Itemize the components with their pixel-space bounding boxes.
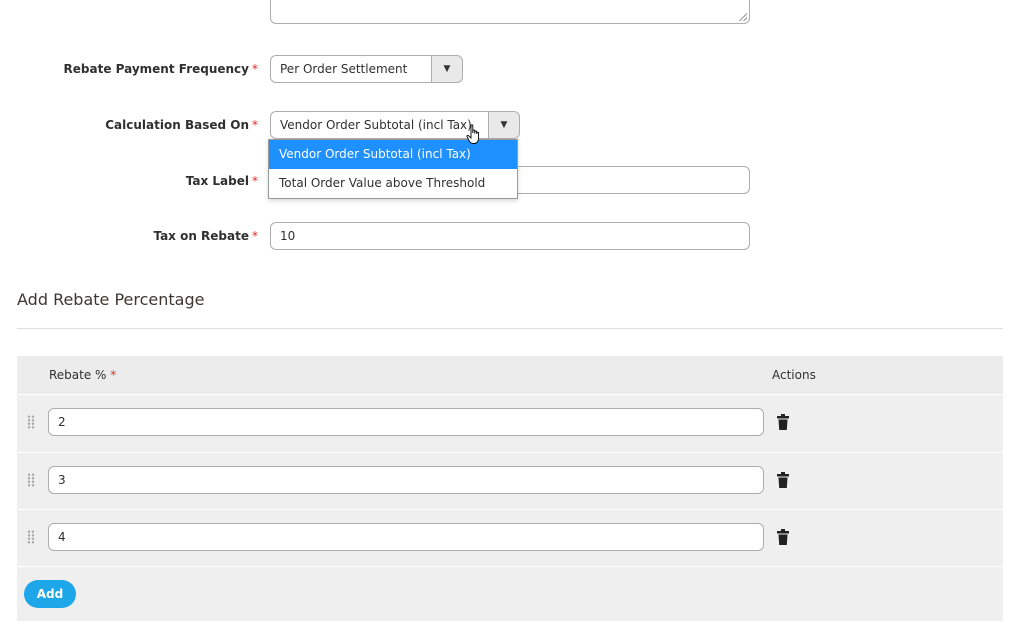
triangle-down-icon[interactable]: ▼	[488, 111, 520, 139]
rebate-percent-input[interactable]: 2	[48, 408, 764, 436]
drag-handle-icon[interactable]	[27, 415, 35, 429]
hand-pointer-icon	[466, 124, 480, 144]
required-marker: *	[252, 229, 258, 243]
column-header-actions: Actions	[772, 368, 816, 382]
tax-on-rebate-label: Tax on Rebate	[153, 229, 249, 243]
tax-on-rebate-input[interactable]: 10	[270, 222, 750, 250]
tax-label-label: Tax Label	[185, 174, 249, 188]
column-header-rebate: Rebate % *	[49, 368, 117, 382]
table-footer-row: Add	[17, 566, 1003, 621]
payment-frequency-label: Rebate Payment Frequency	[63, 62, 249, 76]
trash-icon[interactable]	[777, 414, 789, 430]
add-button[interactable]: Add	[24, 580, 76, 608]
description-textarea[interactable]	[270, 0, 750, 24]
table-header: Rebate % * Actions	[17, 356, 1003, 394]
drag-handle-icon[interactable]	[27, 530, 35, 544]
divider	[17, 328, 1003, 329]
resize-handle-icon[interactable]	[739, 13, 747, 21]
table-row: 3	[17, 452, 1003, 510]
table-row: 4	[17, 509, 1003, 567]
required-marker: *	[252, 174, 258, 188]
required-marker: *	[252, 62, 258, 76]
calculation-options-dropdown[interactable]: Vendor Order Subtotal (incl Tax) Total O…	[268, 139, 518, 199]
triangle-down-icon[interactable]: ▼	[431, 55, 463, 83]
calculation-based-on-select[interactable]: Vendor Order Subtotal (incl Tax)	[270, 111, 490, 139]
section-title: Add Rebate Percentage	[17, 290, 205, 309]
option-total-order-value[interactable]: Total Order Value above Threshold	[269, 169, 517, 198]
required-marker: *	[252, 118, 258, 132]
rebate-table: Rebate % * Actions 2 3 4 Add	[17, 356, 1003, 621]
table-row: 2	[17, 394, 1003, 452]
trash-icon[interactable]	[777, 472, 789, 488]
payment-frequency-select[interactable]: Per Order Settlement	[270, 55, 432, 83]
rebate-percent-input[interactable]: 4	[48, 523, 764, 551]
rebate-percent-input[interactable]: 3	[48, 466, 764, 494]
calculation-based-on-label: Calculation Based On	[105, 118, 249, 132]
trash-icon[interactable]	[777, 529, 789, 545]
drag-handle-icon[interactable]	[27, 473, 35, 487]
